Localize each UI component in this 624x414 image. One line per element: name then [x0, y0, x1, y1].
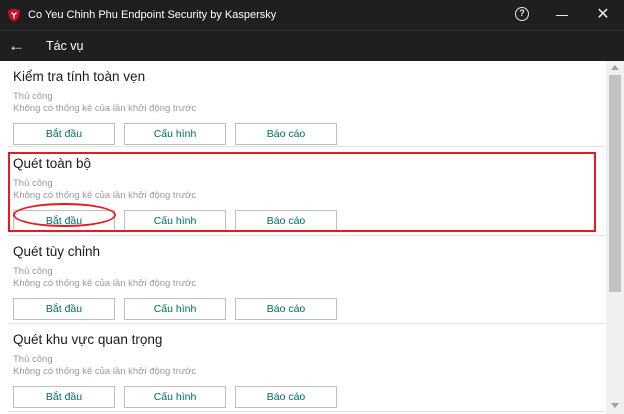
page-header: ← Tác vụ: [0, 30, 624, 61]
divider: [8, 146, 604, 147]
task-list: Kiểm tra tính toàn vẹn Thủ công Không có…: [0, 61, 606, 414]
help-icon[interactable]: ?: [515, 7, 529, 21]
task-status: Không có thống kê của lần khởi động trướ…: [13, 190, 197, 201]
task-name: Quét toàn bộ: [13, 156, 92, 171]
report-button[interactable]: Báo cáo: [235, 123, 337, 145]
settings-button[interactable]: Cấu hình: [124, 123, 226, 145]
task-name: Quét tùy chỉnh: [13, 244, 101, 259]
task-mode: Thủ công: [13, 266, 53, 277]
page-title: Tác vụ: [46, 39, 84, 53]
window-title: Co Yeu Chinh Phu Endpoint Security by Ka…: [28, 9, 277, 21]
task-name: Kiểm tra tính toàn vẹn: [13, 69, 146, 84]
start-button[interactable]: Bắt đầu: [13, 123, 115, 145]
task-status: Không có thống kê của lần khởi động trướ…: [13, 278, 197, 289]
title-bar: Co Yeu Chinh Phu Endpoint Security by Ka…: [0, 0, 624, 30]
start-button[interactable]: Bắt đầu: [13, 386, 115, 408]
settings-button[interactable]: Cấu hình: [124, 210, 226, 232]
divider: [8, 411, 604, 412]
settings-button[interactable]: Cấu hình: [124, 298, 226, 320]
divider: [8, 235, 604, 236]
task-name: Quét khu vực quan trọng: [13, 332, 163, 347]
back-arrow-icon[interactable]: ←: [8, 33, 28, 59]
report-button[interactable]: Báo cáo: [235, 210, 337, 232]
vertical-scrollbar[interactable]: [606, 61, 624, 414]
report-button[interactable]: Báo cáo: [235, 386, 337, 408]
task-mode: Thủ công: [13, 91, 53, 102]
close-icon[interactable]: ✕: [594, 5, 612, 25]
start-button[interactable]: Bắt đầu: [13, 210, 115, 232]
task-status: Không có thống kê của lần khởi động trướ…: [13, 103, 197, 114]
scroll-down-arrow-icon[interactable]: [611, 403, 619, 408]
start-button[interactable]: Bắt đầu: [13, 298, 115, 320]
report-button[interactable]: Báo cáo: [235, 298, 337, 320]
settings-button[interactable]: Cấu hình: [124, 386, 226, 408]
kaspersky-shield-icon: [8, 8, 20, 22]
task-mode: Thủ công: [13, 354, 53, 365]
minimize-icon[interactable]: [552, 5, 572, 25]
task-mode: Thủ công: [13, 178, 53, 189]
scrollbar-thumb[interactable]: [609, 75, 621, 292]
scroll-up-arrow-icon[interactable]: [611, 65, 619, 70]
task-status: Không có thống kê của lần khởi động trướ…: [13, 366, 197, 377]
divider: [8, 323, 604, 324]
